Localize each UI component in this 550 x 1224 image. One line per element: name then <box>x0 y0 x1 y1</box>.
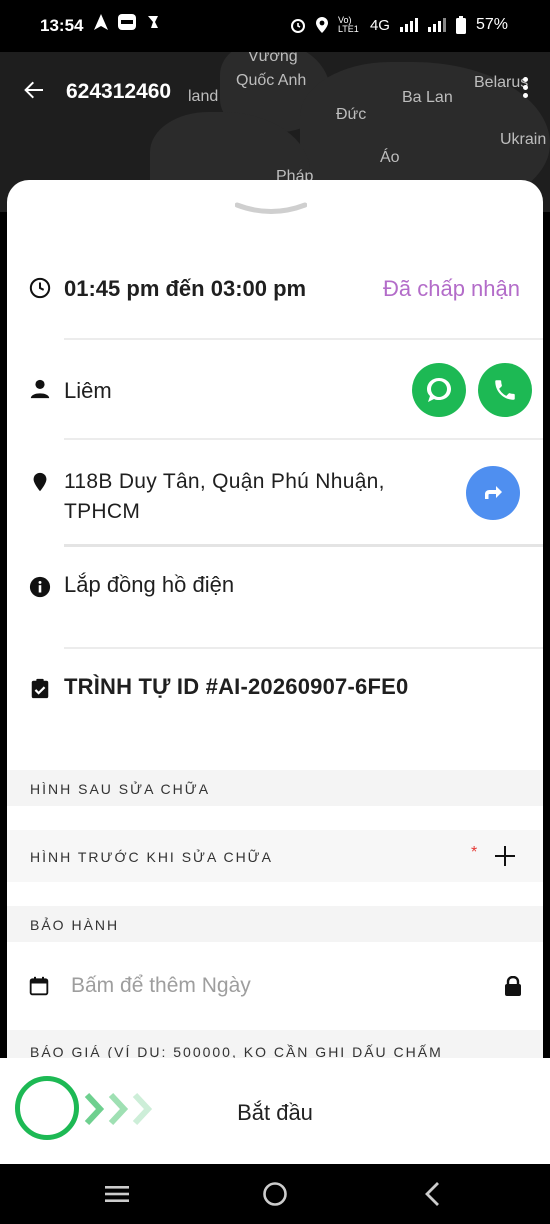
status-badge: Đã chấp nhận <box>383 276 520 301</box>
back-arrow-icon[interactable] <box>22 78 46 102</box>
battery-icon <box>455 16 466 34</box>
warranty-date-field[interactable]: Bấm để thêm Ngày <box>7 942 543 1030</box>
appointment-row: 01:45 pm đến 03:00 pm Đã chấp nhận <box>7 270 543 310</box>
section-label: BẢO HÀNH <box>30 917 120 933</box>
directions-arrow-icon <box>485 486 502 499</box>
sequence-id: TRÌNH TỰ ID #AI-20260907-6FE0 <box>64 674 409 699</box>
warranty-section: BẢO HÀNH <box>7 906 543 942</box>
location-pin-icon <box>33 472 47 492</box>
order-details-sheet: 01:45 pm đến 03:00 pm Đã chấp nhận Liêm … <box>7 180 543 1060</box>
warranty-date-placeholder[interactable]: Bấm để thêm Ngày <box>71 974 251 998</box>
system-nav-bar <box>0 1164 550 1224</box>
more-menu-icon[interactable] <box>520 74 530 108</box>
address-row: 118B Duy Tân, Quận Phú Nhuận, TPHCM <box>7 463 543 533</box>
section-gap <box>7 806 543 830</box>
sequence-row: TRÌNH TỰ ID #AI-20260907-6FE0 <box>7 670 543 710</box>
quote-section: BÁO GIÁ (VÍ DỤ: 500000, KO CẦN GHI DẤU C… <box>7 1030 543 1060</box>
notification-icons <box>94 14 160 30</box>
shield-icon <box>148 16 158 28</box>
status-right: Vo) LTE1 4G 57% <box>290 16 508 34</box>
navigation-arrow-icon <box>94 14 108 30</box>
map-label: Ukrain <box>500 131 547 148</box>
carrier-label: Vo) LTE1 <box>337 15 359 34</box>
service-name: Lắp đồng hồ điện <box>64 572 235 597</box>
status-bar: 13:54 Vo) LTE1 4G 57% <box>0 0 550 52</box>
status-time: 13:54 <box>40 16 84 35</box>
divider <box>64 544 543 547</box>
appointment-time: 01:45 pm đến 03:00 pm <box>64 276 307 301</box>
calendar-icon <box>29 976 49 996</box>
customer-name: Liêm <box>64 378 112 403</box>
order-id-title: 624312460 <box>66 80 172 103</box>
network-label: 4G <box>369 16 390 34</box>
after-repair-section: HÌNH SAU SỬA CHỮA <box>7 770 543 806</box>
clipboard-check-icon <box>31 678 49 699</box>
call-button[interactable] <box>478 363 532 417</box>
divider <box>64 647 543 649</box>
service-row: Lắp đồng hồ điện <box>7 568 543 608</box>
signal-icon <box>427 18 446 32</box>
divider <box>64 338 543 340</box>
home-icon[interactable] <box>260 1179 290 1209</box>
start-slider[interactable]: Bắt đầu <box>0 1058 550 1164</box>
section-label: HÌNH SAU SỬA CHỮA <box>30 781 211 797</box>
section-label: HÌNH TRƯỚC KHI SỬA CHỮA <box>30 849 273 865</box>
battery-percent: 57% <box>475 16 508 33</box>
section-gap <box>7 882 543 906</box>
address-text: 118B Duy Tân, Quận Phú Nhuận, TPHCM <box>64 470 385 523</box>
add-icon[interactable] <box>493 844 517 868</box>
phone-icon <box>495 380 515 400</box>
clock-icon <box>29 277 51 299</box>
chat-button[interactable] <box>412 363 466 417</box>
start-label: Bắt đầu <box>237 1100 313 1125</box>
alarm-icon <box>290 19 305 33</box>
info-icon <box>29 576 51 598</box>
back-icon[interactable] <box>418 1179 448 1209</box>
person-icon <box>30 379 50 399</box>
before-repair-row[interactable]: HÌNH TRƯỚC KHI SỬA CHỮA * <box>7 830 543 882</box>
recent-apps-icon[interactable] <box>102 1179 132 1209</box>
app-header: 624312460 <box>0 60 550 124</box>
chat-bubble-icon <box>427 378 451 402</box>
lock-icon <box>505 976 521 996</box>
signal-icon <box>399 18 418 32</box>
navigate-button[interactable] <box>466 466 520 520</box>
divider <box>64 438 543 440</box>
sheet-handle-icon[interactable] <box>235 202 307 216</box>
location-icon <box>315 17 328 33</box>
zalo-icon <box>118 14 136 30</box>
map-label: Áo <box>380 149 400 166</box>
required-mark: * <box>471 844 478 861</box>
